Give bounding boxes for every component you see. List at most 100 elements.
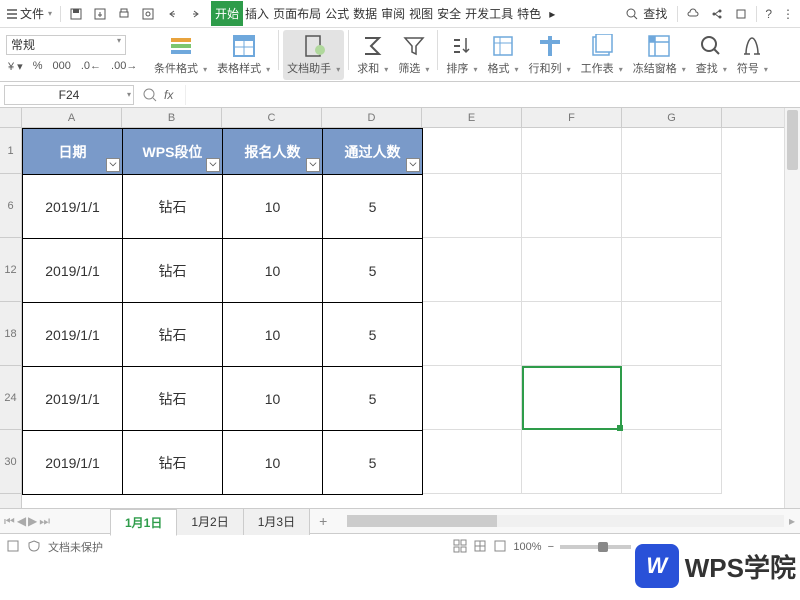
cells-area[interactable]: 日期WPS段位报名人数通过人数2019/1/1钻石1052019/1/1钻石10…: [22, 128, 784, 508]
empty-cell[interactable]: [422, 366, 522, 430]
name-box[interactable]: F24 ▾: [4, 85, 134, 105]
row-header-24[interactable]: 24: [0, 366, 21, 430]
ribbon-dochelper[interactable]: 文档助手 ▾: [283, 30, 344, 80]
ribbon-symbol[interactable]: 符号 ▾: [733, 30, 772, 80]
empty-cell[interactable]: [422, 302, 522, 366]
table-cell[interactable]: 5: [323, 367, 423, 431]
col-header-G[interactable]: G: [622, 108, 722, 127]
zoom-value[interactable]: 100%: [513, 541, 541, 553]
thousands-button[interactable]: 000: [50, 59, 72, 74]
table-cell[interactable]: 钻石: [123, 431, 223, 495]
menu-tab-7[interactable]: 安全: [435, 1, 463, 26]
menu-tab-4[interactable]: 数据: [351, 1, 379, 26]
sheet-next-button[interactable]: ▶: [28, 514, 37, 529]
number-format-select[interactable]: 常规 ▾: [6, 35, 126, 55]
empty-cell[interactable]: [522, 128, 622, 174]
redo-button[interactable]: [185, 5, 207, 23]
table-cell[interactable]: 钻石: [123, 239, 223, 303]
hscroll-right-button[interactable]: ▸: [784, 514, 800, 528]
ribbon-freeze[interactable]: 冻结窗格 ▾: [629, 30, 690, 80]
ribbon-find[interactable]: 查找 ▾: [692, 30, 731, 80]
table-cell[interactable]: 2019/1/1: [23, 303, 123, 367]
zoom-slider[interactable]: [560, 545, 640, 549]
menu-tab-5[interactable]: 审阅: [379, 1, 407, 26]
filter-dropdown-button[interactable]: [406, 158, 420, 172]
table-header[interactable]: 日期: [23, 129, 123, 175]
table-cell[interactable]: 5: [323, 239, 423, 303]
empty-cell[interactable]: [422, 238, 522, 302]
select-all-corner[interactable]: [0, 108, 22, 128]
view-normal-button[interactable]: [453, 539, 467, 556]
table-cell[interactable]: 2019/1/1: [23, 175, 123, 239]
ribbon-filter[interactable]: 筛选 ▾: [394, 30, 433, 80]
edit-mode-icon[interactable]: [6, 539, 20, 556]
empty-cell[interactable]: [522, 366, 622, 430]
table-cell[interactable]: 2019/1/1: [23, 239, 123, 303]
ribbon-rowcol[interactable]: 行和列 ▾: [525, 30, 575, 80]
search-label[interactable]: 查找: [643, 5, 667, 22]
fx-label[interactable]: fx: [164, 88, 173, 102]
currency-button[interactable]: ¥ ▾: [6, 59, 25, 74]
table-cell[interactable]: 5: [323, 175, 423, 239]
menu-tab-8[interactable]: 开发工具: [463, 1, 515, 26]
ribbon-format[interactable]: 格式 ▾: [483, 30, 522, 80]
empty-cell[interactable]: [522, 174, 622, 238]
table-cell[interactable]: 10: [223, 239, 323, 303]
sheet-tab-1[interactable]: 1月2日: [176, 508, 243, 535]
horizontal-scrollbar-thumb[interactable]: [347, 515, 497, 527]
filter-dropdown-button[interactable]: [306, 158, 320, 172]
more-button[interactable]: ⋮: [778, 5, 798, 23]
empty-cell[interactable]: [522, 302, 622, 366]
settings-button[interactable]: [730, 5, 752, 23]
table-cell[interactable]: 10: [223, 303, 323, 367]
ribbon-sigma[interactable]: 求和 ▾: [353, 30, 392, 80]
undo-button[interactable]: [161, 5, 183, 23]
decrease-decimal-button[interactable]: .0←: [79, 59, 103, 74]
print-button[interactable]: [113, 5, 135, 23]
table-header[interactable]: 报名人数: [223, 129, 323, 175]
row-header-12[interactable]: 12: [0, 238, 21, 302]
table-cell[interactable]: 钻石: [123, 175, 223, 239]
ribbon-cond[interactable]: 条件格式 ▾: [150, 30, 211, 80]
table-cell[interactable]: 10: [223, 367, 323, 431]
empty-cell[interactable]: [422, 430, 522, 494]
view-page-button[interactable]: [473, 539, 487, 556]
formula-input[interactable]: [185, 85, 796, 105]
ribbon-tablestyle[interactable]: 表格样式 ▾: [213, 30, 274, 80]
increase-decimal-button[interactable]: .00→: [109, 59, 139, 74]
empty-cell[interactable]: [422, 174, 522, 238]
filter-dropdown-button[interactable]: [106, 158, 120, 172]
row-header-18[interactable]: 18: [0, 302, 21, 366]
help-button[interactable]: ?: [761, 5, 776, 23]
empty-cell[interactable]: [422, 128, 522, 174]
table-header[interactable]: 通过人数: [323, 129, 423, 175]
zoom-out-button[interactable]: −: [548, 541, 554, 553]
row-header-30[interactable]: 30: [0, 430, 21, 494]
cloud-button[interactable]: [682, 5, 704, 23]
col-header-F[interactable]: F: [522, 108, 622, 127]
empty-cell[interactable]: [522, 430, 622, 494]
menu-overflow[interactable]: ▸: [545, 5, 559, 23]
col-header-D[interactable]: D: [322, 108, 422, 127]
table-cell[interactable]: 钻石: [123, 303, 223, 367]
row-header-6[interactable]: 6: [0, 174, 21, 238]
zoom-fx-icon[interactable]: [142, 87, 158, 103]
table-cell[interactable]: 2019/1/1: [23, 367, 123, 431]
empty-cell[interactable]: [522, 238, 622, 302]
empty-cell[interactable]: [622, 302, 722, 366]
percent-button[interactable]: %: [31, 59, 45, 74]
row-header-1[interactable]: 1: [0, 128, 21, 174]
menu-tab-3[interactable]: 公式: [323, 1, 351, 26]
sheet-prev-button[interactable]: ◀: [17, 514, 26, 529]
col-header-A[interactable]: A: [22, 108, 122, 127]
col-header-C[interactable]: C: [222, 108, 322, 127]
empty-cell[interactable]: [622, 238, 722, 302]
ribbon-sheet[interactable]: 工作表 ▾: [577, 30, 627, 80]
filter-dropdown-button[interactable]: [206, 158, 220, 172]
menu-tab-6[interactable]: 视图: [407, 1, 435, 26]
col-header-B[interactable]: B: [122, 108, 222, 127]
table-cell[interactable]: 10: [223, 175, 323, 239]
save-button[interactable]: [65, 5, 87, 23]
empty-cell[interactable]: [622, 430, 722, 494]
view-layout-button[interactable]: [493, 539, 507, 556]
